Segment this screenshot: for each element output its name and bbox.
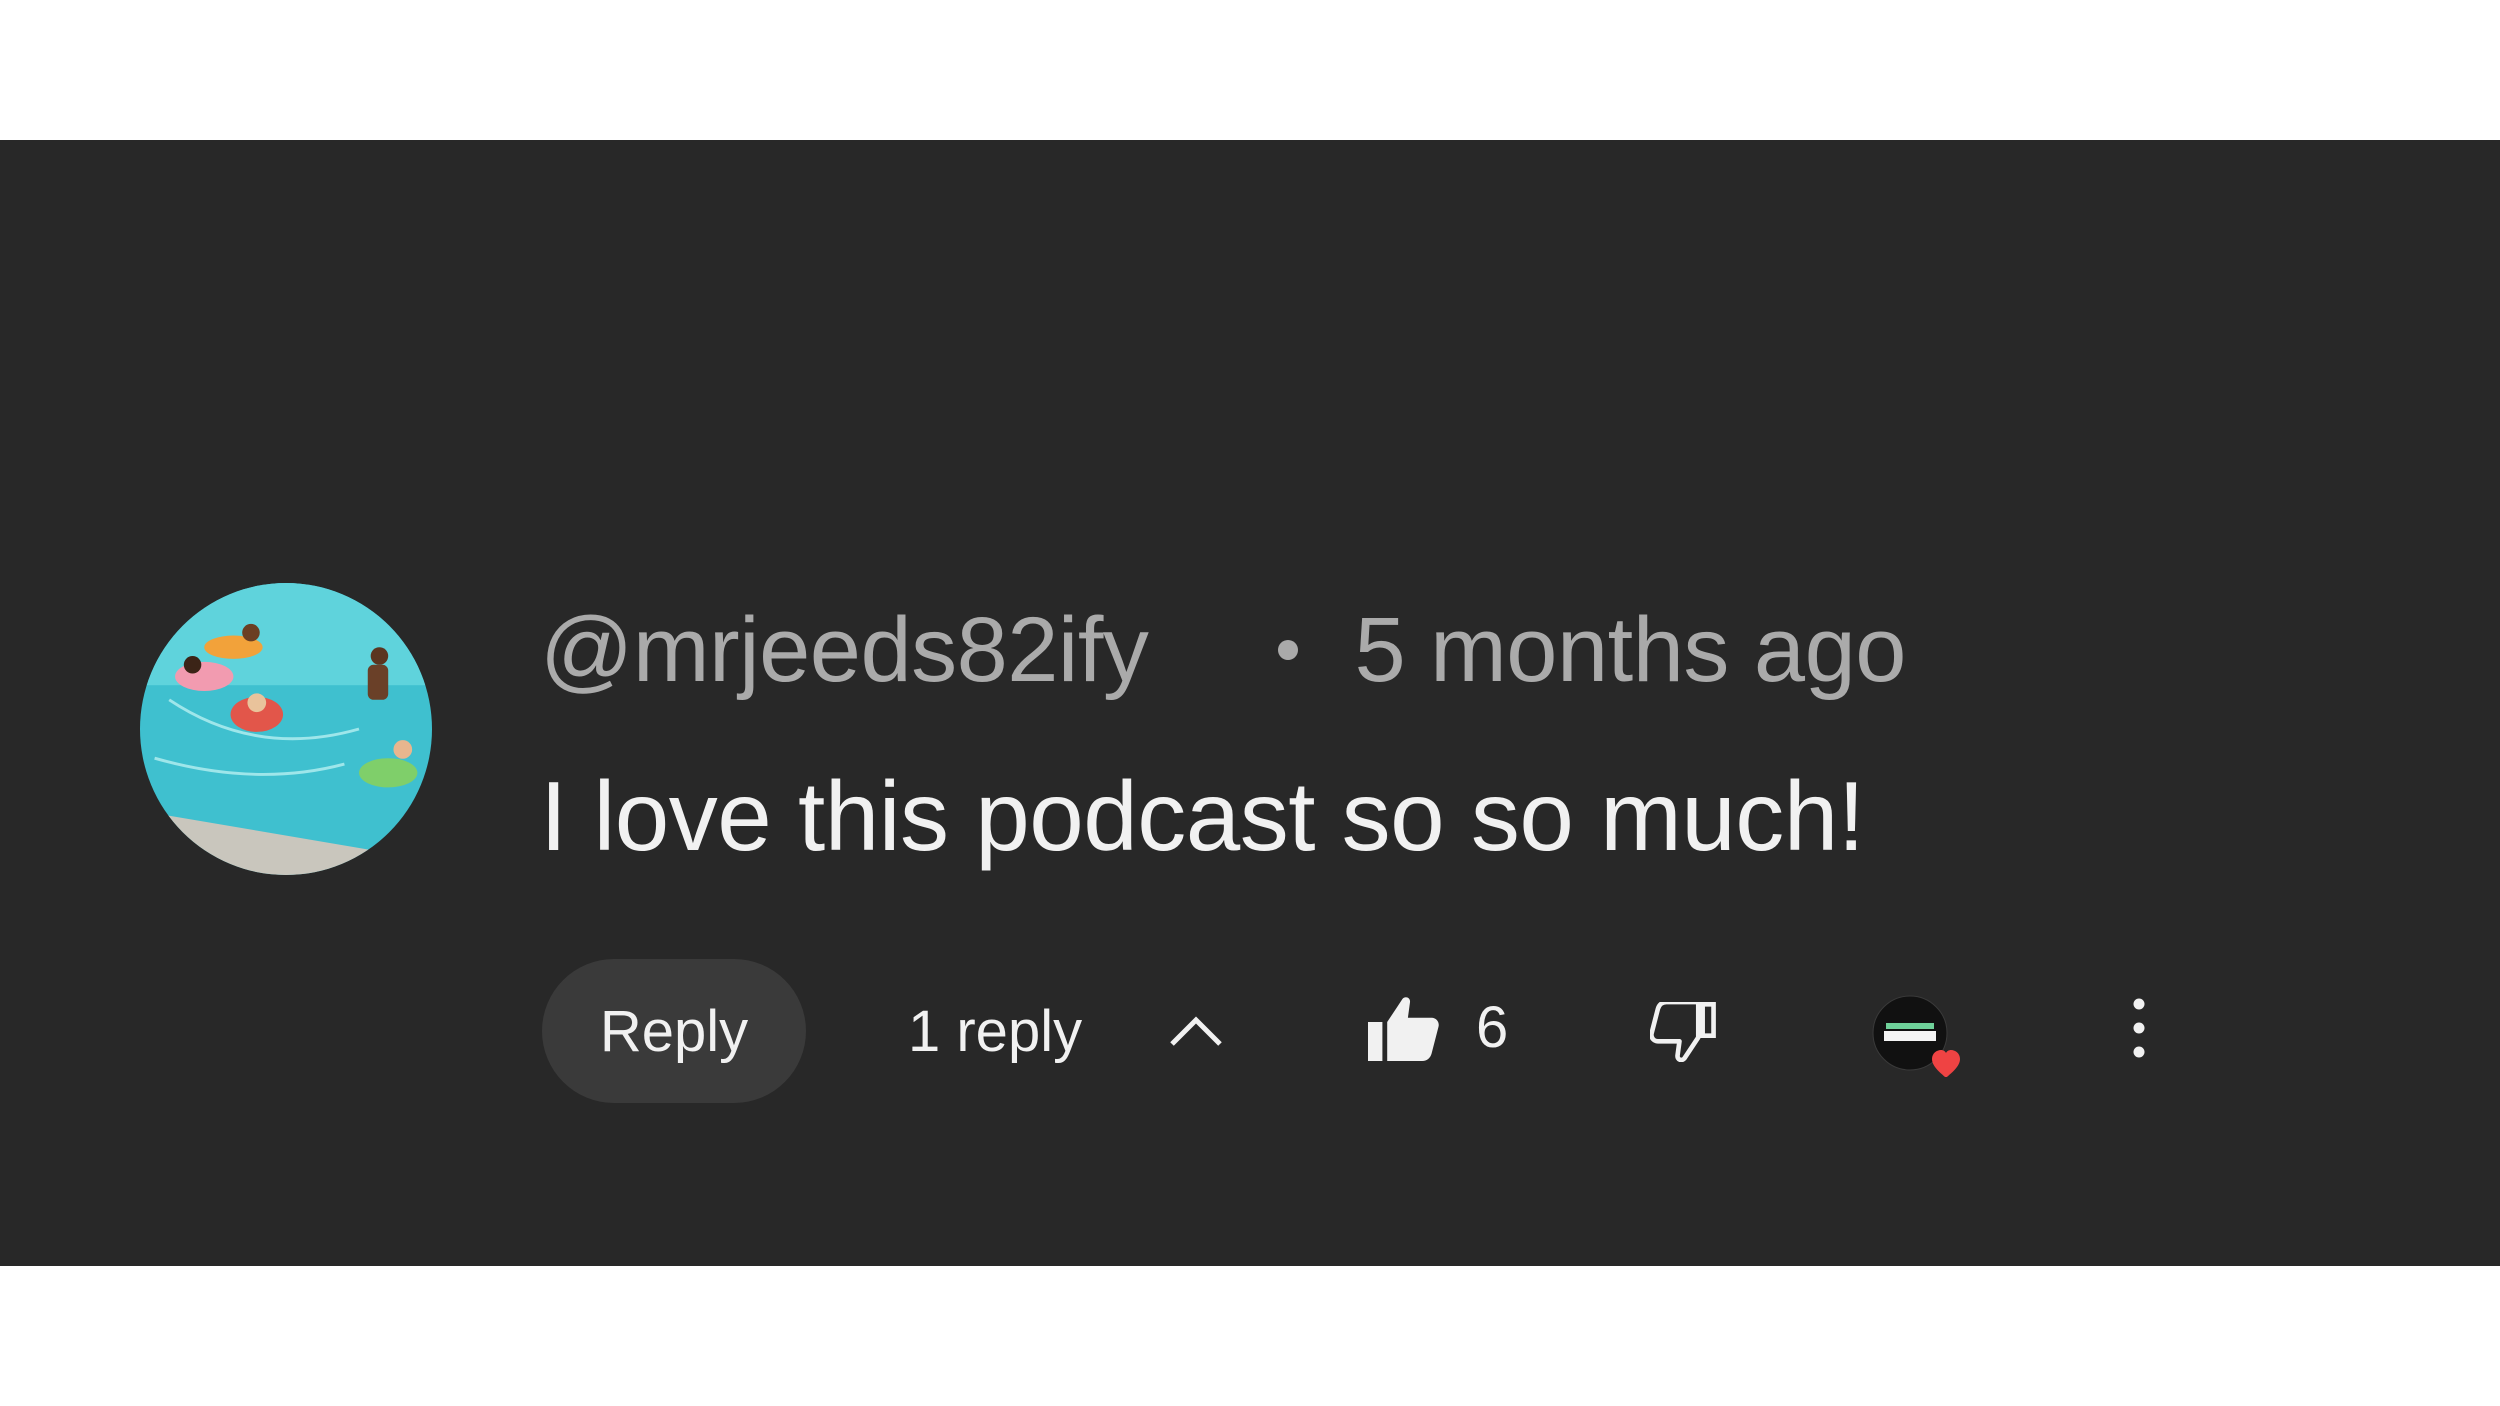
thumbs-down-icon bbox=[1650, 1002, 1716, 1062]
thumbs-up-icon bbox=[1368, 996, 1439, 1061]
more-vert-icon[interactable] bbox=[2124, 996, 2154, 1060]
dislike-button[interactable] bbox=[1650, 1002, 1716, 1062]
separator-dot bbox=[1278, 640, 1299, 660]
replies-count-label: 1 reply bbox=[908, 998, 1083, 1064]
author-avatar[interactable] bbox=[140, 583, 432, 875]
comment-text: I love this podcast so so much! bbox=[540, 761, 1865, 871]
chevron-up-icon bbox=[1170, 1016, 1222, 1046]
comment-meta: @mrjeeds82ify 5 months ago bbox=[540, 595, 1906, 705]
replies-toggle[interactable]: 1 reply bbox=[908, 986, 1224, 1076]
comment-timestamp[interactable]: 5 months ago bbox=[1354, 598, 1906, 703]
author-handle[interactable]: @mrjeeds82ify bbox=[540, 598, 1149, 703]
creator-avatar-icon bbox=[1872, 995, 1960, 1077]
reply-button[interactable]: Reply bbox=[542, 959, 806, 1103]
avatar-pool-photo bbox=[140, 583, 432, 875]
comment-panel: @mrjeeds82ify 5 months ago I love this p… bbox=[0, 140, 2500, 1266]
like-button[interactable]: 6 bbox=[1368, 994, 1508, 1061]
creator-heart-badge[interactable] bbox=[1872, 995, 1974, 1087]
heart-icon bbox=[1932, 1050, 1960, 1077]
like-count: 6 bbox=[1476, 995, 1509, 1060]
